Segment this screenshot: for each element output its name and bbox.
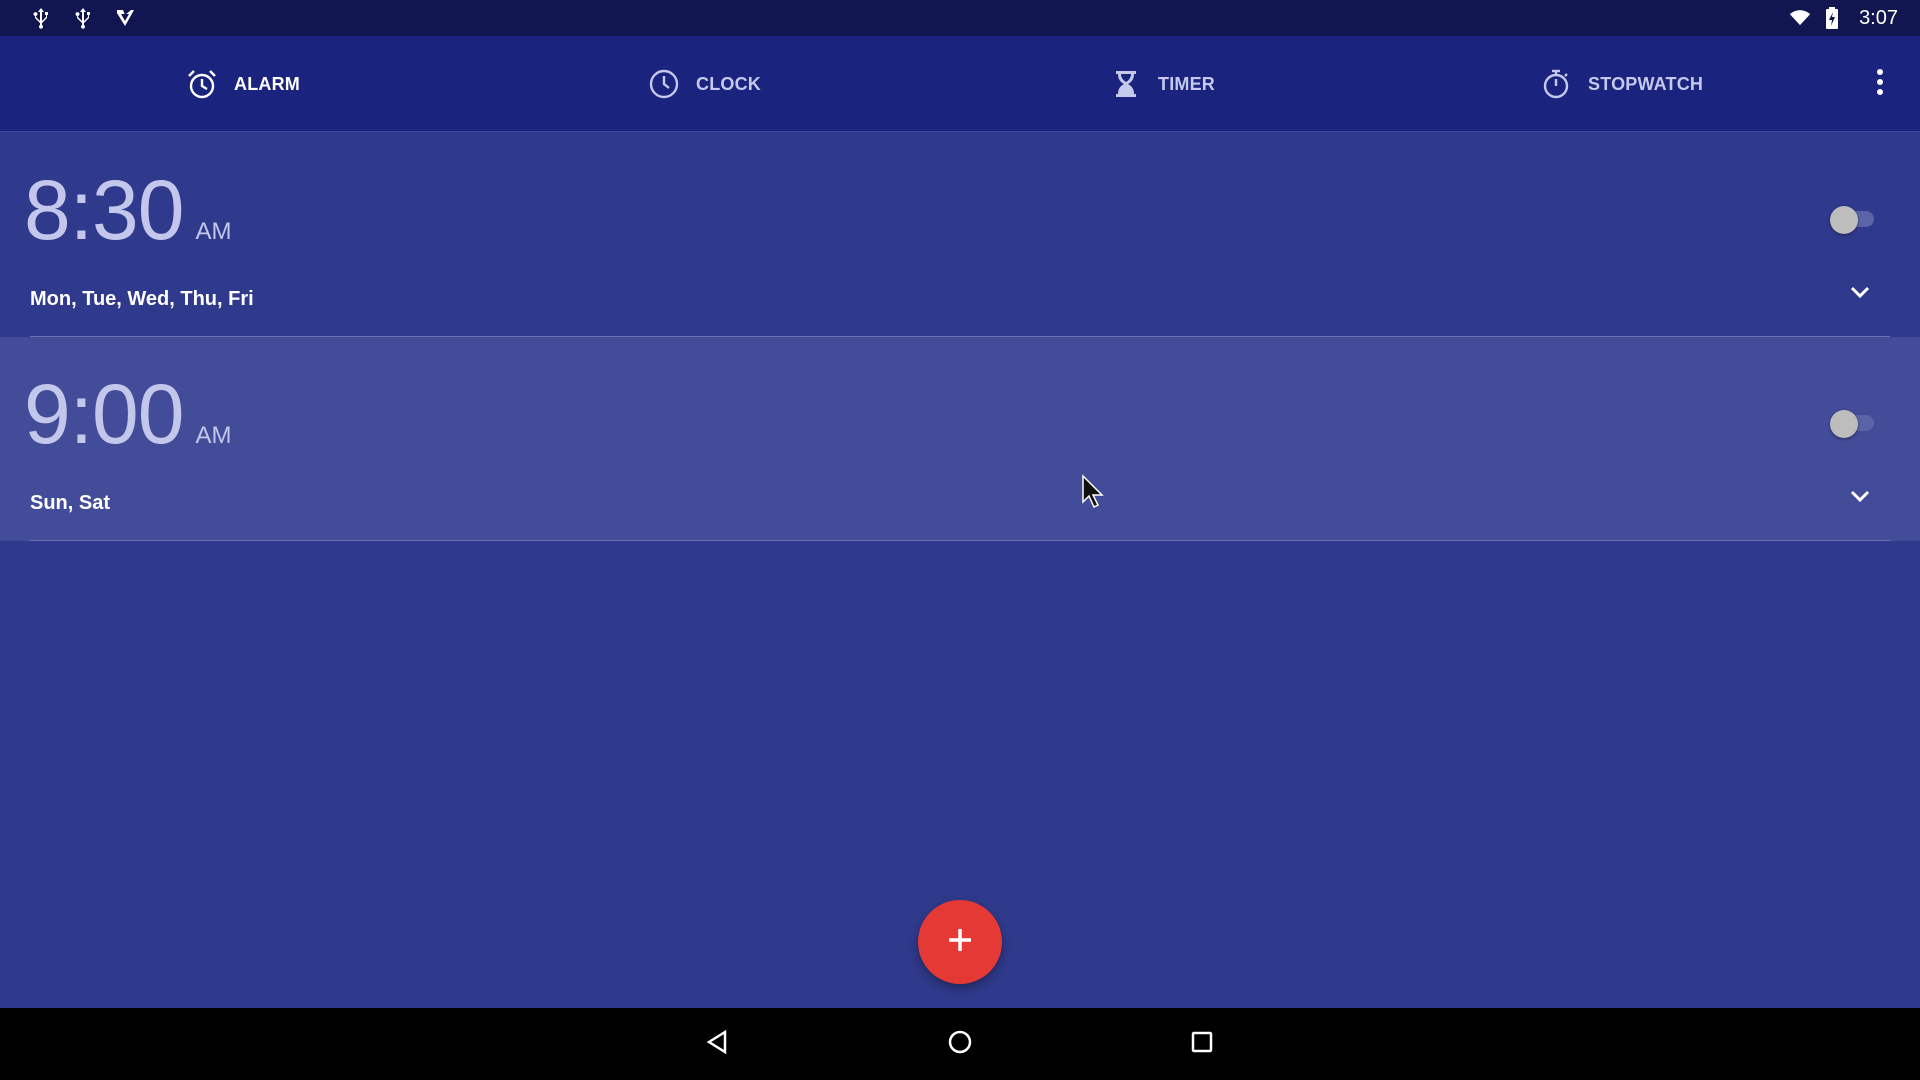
tab-stopwatch[interactable]: STOPWATCH [1540, 36, 1703, 132]
tab-label: TIMER [1158, 73, 1215, 94]
overflow-menu-button[interactable] [1862, 66, 1898, 102]
alarm-time[interactable]: 9:00 AM [24, 372, 232, 456]
recents-square-icon [1190, 1030, 1214, 1059]
alarm-list: 8:30 AM Mon, Tue, Wed, Thu, Fri 9:00 AM … [0, 133, 1920, 541]
expand-button[interactable] [1846, 280, 1874, 308]
play-store-icon [114, 7, 136, 29]
status-right: 3:07 [1789, 7, 1898, 30]
more-vert-icon [1876, 68, 1884, 101]
clock-icon [648, 68, 680, 100]
alarm-toggle[interactable] [1830, 409, 1878, 438]
back-triangle-icon [705, 1029, 729, 1060]
alarm-time-digits: 9:00 [24, 367, 184, 461]
tab-timer[interactable]: TIMER [1110, 36, 1215, 132]
stopwatch-icon [1540, 68, 1572, 100]
navigation-bar [0, 1008, 1920, 1080]
chevron-down-icon [1850, 489, 1870, 508]
usb-icon [72, 7, 94, 29]
tab-label: ALARM [234, 73, 300, 94]
toggle-thumb [1830, 410, 1858, 438]
status-time: 3:07 [1859, 6, 1898, 29]
mouse-cursor-icon [1081, 474, 1107, 510]
back-button[interactable] [699, 1026, 735, 1062]
recents-button[interactable] [1184, 1026, 1220, 1062]
status-bar: 3:07 [0, 0, 1920, 36]
tab-label: STOPWATCH [1588, 73, 1704, 94]
alarm-toggle[interactable] [1830, 205, 1878, 234]
toggle-thumb [1830, 206, 1858, 234]
alarm-time[interactable]: 8:30 AM [24, 168, 232, 252]
chevron-down-icon [1850, 285, 1870, 304]
hourglass-icon [1110, 68, 1142, 100]
plus-icon [947, 927, 973, 958]
home-circle-icon [947, 1029, 973, 1060]
wifi-icon [1789, 7, 1811, 29]
home-button[interactable] [942, 1026, 978, 1062]
tab-alarm[interactable]: ALARM [186, 36, 300, 132]
alarm-item[interactable]: 9:00 AM Sun, Sat [0, 337, 1920, 541]
battery-icon [1821, 7, 1843, 29]
tab-label: CLOCK [696, 73, 761, 94]
usb-icon [30, 7, 52, 29]
alarm-time-ampm: AM [195, 422, 232, 449]
alarm-time-ampm: AM [195, 218, 232, 245]
expand-button[interactable] [1846, 484, 1874, 512]
alarm-item[interactable]: 8:30 AM Mon, Tue, Wed, Thu, Fri [0, 133, 1920, 337]
alarm-days: Mon, Tue, Wed, Thu, Fri [30, 288, 254, 310]
alarm-time-digits: 8:30 [24, 163, 184, 257]
tab-bar: ALARM CLOCK TIMER STOPWATCH [0, 36, 1920, 132]
status-left [30, 7, 136, 29]
alarm-clock-icon [186, 68, 218, 100]
add-alarm-button[interactable] [918, 900, 1002, 984]
tab-clock[interactable]: CLOCK [648, 36, 761, 132]
alarm-days: Sun, Sat [30, 492, 111, 514]
